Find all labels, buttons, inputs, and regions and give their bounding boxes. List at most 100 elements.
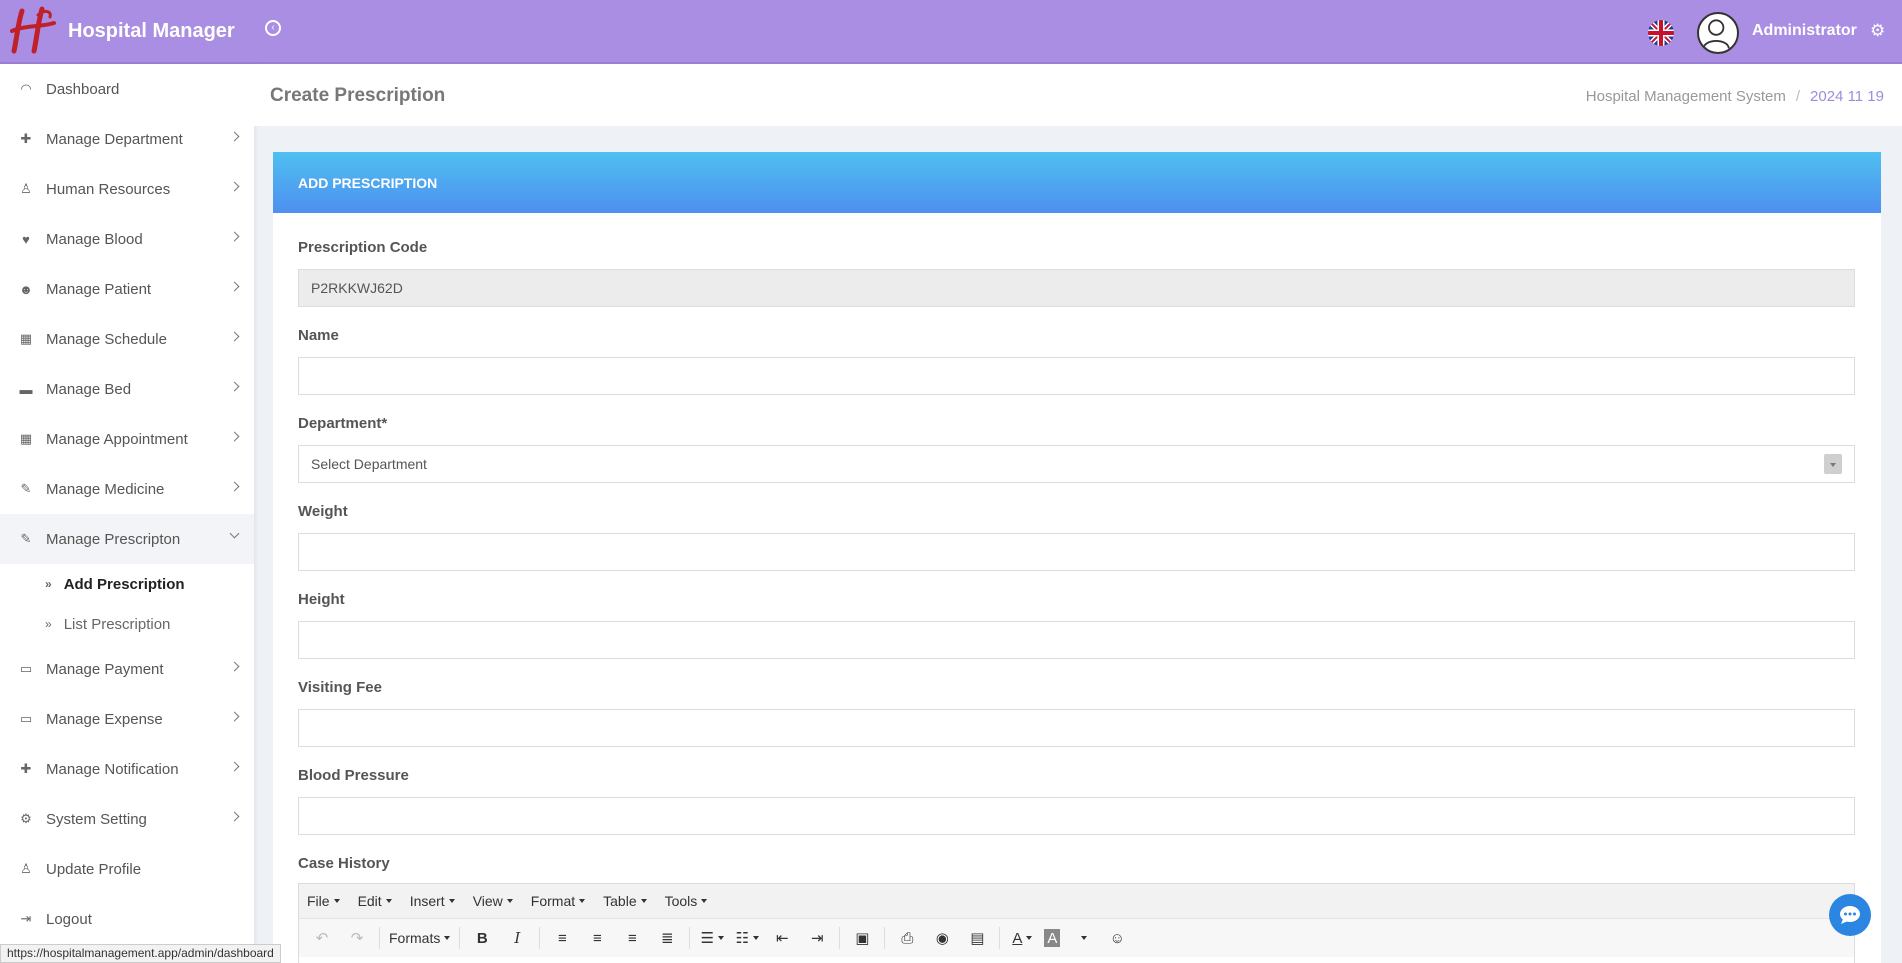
- department-select[interactable]: Select Department: [298, 445, 1855, 483]
- sidebar-item-label: Human Resources: [46, 180, 171, 198]
- chat-icon: [1840, 906, 1860, 924]
- department-group: Department* Select Department: [298, 415, 1855, 483]
- case-history-group: Case History File Edit Insert View Forma…: [298, 855, 1855, 963]
- menu-tools[interactable]: Tools: [665, 893, 708, 909]
- sidebar-item-dashboard[interactable]: ◠ Dashboard: [0, 64, 254, 114]
- bold-icon[interactable]: B: [469, 925, 495, 951]
- calendar-icon: ▦: [19, 431, 33, 446]
- edit-icon: ✎: [20, 531, 32, 546]
- prescription-code-label: Prescription Code: [298, 239, 428, 256]
- logout-icon: ⇥: [20, 911, 32, 926]
- uk-flag-icon[interactable]: [1648, 20, 1674, 46]
- chevron-right-icon: [229, 381, 240, 392]
- menu-label: View: [472, 893, 503, 909]
- sidebar-item-department[interactable]: ✚ Manage Department: [0, 114, 254, 164]
- align-left-icon[interactable]: ≡: [549, 925, 575, 951]
- preview-icon[interactable]: ◉: [929, 925, 955, 951]
- calendar-icon: ▦: [19, 331, 33, 346]
- menu-edit[interactable]: Edit: [358, 893, 392, 909]
- sidebar-item-blood[interactable]: ♥ Manage Blood: [0, 214, 254, 264]
- card-title: ADD PRESCRIPTION: [298, 174, 438, 191]
- image-icon[interactable]: ▣: [849, 925, 875, 951]
- background-color-icon[interactable]: A: [1044, 929, 1061, 947]
- emoticons-icon[interactable]: ☺: [1104, 925, 1130, 951]
- print-icon[interactable]: ⎙: [894, 925, 920, 951]
- redo-icon[interactable]: ↷: [344, 925, 370, 951]
- sidebar-item-patient[interactable]: ☻ Manage Patient: [0, 264, 254, 314]
- menu-view[interactable]: View: [473, 893, 513, 909]
- double-chevron-right-icon: »: [45, 617, 52, 631]
- menu-table[interactable]: Table: [603, 893, 647, 909]
- menu-label: Insert: [409, 893, 445, 909]
- sidebar-subitem-add-prescription[interactable]: » Add Prescription: [0, 564, 254, 604]
- background-color-dropdown[interactable]: [1069, 925, 1095, 951]
- sidebar-item-medicine[interactable]: ✎ Manage Medicine: [0, 464, 254, 514]
- gear-icon[interactable]: ⚙: [1870, 22, 1888, 40]
- sidebar-item-payment[interactable]: ▭ Manage Payment: [0, 644, 254, 694]
- page-header: Create Prescription Hospital Management …: [254, 64, 1902, 126]
- formats-dropdown[interactable]: Formats: [389, 925, 451, 951]
- sidebar-item-human-resources[interactable]: ♙ Human Resources: [0, 164, 254, 214]
- weight-input[interactable]: [298, 533, 1855, 571]
- name-label: Name: [298, 327, 339, 344]
- menu-insert[interactable]: Insert: [410, 893, 455, 909]
- indent-icon[interactable]: ⇥: [804, 925, 830, 951]
- collapse-sidebar-icon[interactable]: ‹: [265, 20, 281, 36]
- case-history-label: Case History: [298, 855, 390, 872]
- sidebar-item-label: Manage Prescripton: [46, 530, 181, 548]
- chevron-right-icon: [229, 181, 240, 192]
- visiting-fee-input[interactable]: [298, 709, 1855, 747]
- rich-text-editor: File Edit Insert View Format Table Tools…: [298, 883, 1855, 963]
- sidebar-item-schedule[interactable]: ▦ Manage Schedule: [0, 314, 254, 364]
- undo-icon[interactable]: ↶: [309, 925, 335, 951]
- italic-icon[interactable]: I: [504, 925, 530, 951]
- visiting-fee-label: Visiting Fee: [298, 679, 382, 696]
- height-input[interactable]: [298, 621, 1855, 659]
- card-header: ADD PRESCRIPTION: [273, 152, 1881, 213]
- brand[interactable]: Hospital Manager: [0, 0, 254, 62]
- name-input[interactable]: [298, 357, 1855, 395]
- breadcrumb: Hospital Management System / 2024 11 19: [1586, 88, 1884, 105]
- sidebar-item-expense[interactable]: ▭ Manage Expense: [0, 694, 254, 744]
- menu-format[interactable]: Format: [530, 893, 586, 909]
- sidebar-subitem-label: Add Prescription: [63, 575, 185, 593]
- sidebar-item-system-setting[interactable]: ⚙ System Setting: [0, 794, 254, 844]
- bullet-list-icon[interactable]: ☰: [699, 925, 725, 951]
- text-color-icon[interactable]: A: [1009, 925, 1035, 951]
- outdent-icon[interactable]: ⇤: [769, 925, 795, 951]
- sidebar-subitem-list-prescription[interactable]: » List Prescription: [0, 604, 254, 644]
- sidebar-item-bed[interactable]: ▬ Manage Bed: [0, 364, 254, 414]
- avatar[interactable]: [1697, 12, 1739, 54]
- user-name[interactable]: Administrator: [1752, 22, 1857, 40]
- name-group: Name: [298, 327, 1855, 395]
- prescription-code-input[interactable]: P2RKKWJ62D: [298, 269, 1855, 307]
- department-label: Department*: [298, 415, 388, 432]
- heart-icon: ♥: [22, 231, 30, 247]
- sidebar-item-label: Manage Expense: [46, 710, 163, 728]
- media-icon[interactable]: ▤: [964, 925, 990, 951]
- sidebar-item-appointment[interactable]: ▦ Manage Appointment: [0, 414, 254, 464]
- menu-label: Format: [530, 893, 576, 909]
- numbered-list-icon[interactable]: ☷: [734, 925, 760, 951]
- chevron-right-icon: [229, 231, 240, 242]
- plus-icon: ✚: [20, 131, 32, 146]
- edit-icon: ✎: [20, 481, 32, 496]
- chevron-down-icon: [229, 528, 240, 539]
- sidebar-item-label: Manage Schedule: [46, 330, 167, 348]
- blood-pressure-input[interactable]: [298, 797, 1855, 835]
- sidebar-item-label: Dashboard: [46, 80, 120, 98]
- align-center-icon[interactable]: ≡: [584, 925, 610, 951]
- chat-bubble-button[interactable]: [1829, 894, 1871, 936]
- editor-toolbar: ↶ ↷ Formats B I ≡ ≡ ≡ ≣ ☰ ☷ ⇤ ⇥ ▣ ⎙ ◉ ▤ …: [299, 919, 1854, 957]
- align-right-icon[interactable]: ≡: [619, 925, 645, 951]
- caret-down-icon: [1824, 454, 1842, 474]
- breadcrumb-home[interactable]: Hospital Management System: [1586, 88, 1786, 105]
- sidebar-item-notification[interactable]: ✚ Manage Notification: [0, 744, 254, 794]
- menu-label: Tools: [664, 893, 698, 909]
- menu-file[interactable]: File: [307, 893, 340, 909]
- align-justify-icon[interactable]: ≣: [654, 925, 680, 951]
- sidebar-item-prescription[interactable]: ✎ Manage Prescripton: [0, 514, 254, 564]
- sidebar-item-logout[interactable]: ⇥ Logout: [0, 894, 254, 944]
- sidebar-item-update-profile[interactable]: ♙ Update Profile: [0, 844, 254, 894]
- weight-label: Weight: [298, 503, 348, 520]
